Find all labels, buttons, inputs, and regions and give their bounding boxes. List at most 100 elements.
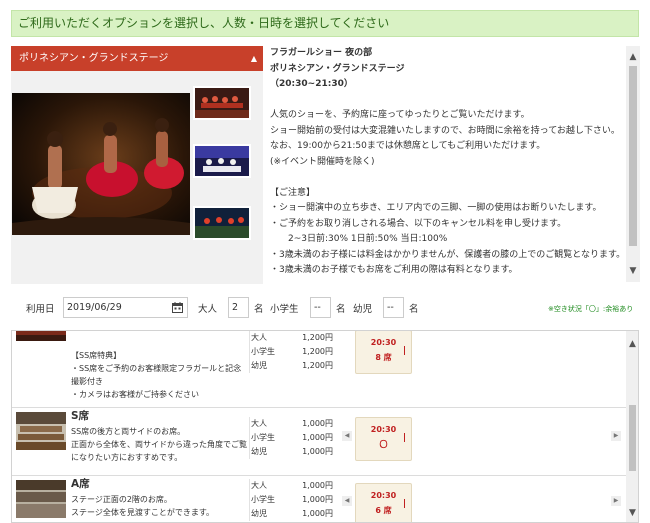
- seat-info: 【SS席特典】 ・SS席をご予約のお客様限定フラガールと記念撮影付き ・カメラは…: [71, 349, 249, 401]
- date-label: 利用日: [26, 304, 55, 315]
- price-list: 大人 1,000円 小学生 1,000円 幼児 1,000円: [249, 479, 335, 521]
- next-date-icon[interactable]: ▶: [611, 431, 621, 441]
- price-row: 幼児 1,000円: [251, 509, 333, 518]
- price-row: 幼児 1,200円: [251, 361, 333, 370]
- thumbnail-1[interactable]: [193, 86, 251, 120]
- seat-detail-line: ステージ正面の2階のお席。: [71, 495, 172, 504]
- description-line: (※イベント開催時を除く): [270, 156, 375, 167]
- photo-gallery: ポリネシアン・グランドステージ ▲: [11, 46, 263, 284]
- description-line: なお、19:00から21:50までは休憩席としてもご利用いただけます。: [270, 141, 546, 151]
- seat-info: A席 ステージ正面の2階のお席。 ステージ全体を見渡すことができます。: [71, 478, 249, 519]
- seat-photo: [16, 331, 66, 341]
- slot-availability: 8 席: [375, 353, 392, 362]
- date-input[interactable]: 2019/06/29: [63, 297, 188, 318]
- seat-info: S席 SS席の後方と両サイドのお席。 正面から全体を、両サイドから違った角度でご…: [71, 410, 249, 464]
- price-row: 大人 1,200円: [251, 333, 333, 342]
- show-description: フラガールショー 夜の部 ポリネシアン・グランドステージ （20:30~21:3…: [268, 46, 626, 282]
- price-row: 小学生 1,200円: [251, 347, 333, 356]
- price-list: 大人 1,200円 小学生 1,200円 幼児 1,200円: [249, 331, 335, 373]
- seat-name: S席: [71, 410, 90, 422]
- scroll-down-icon[interactable]: ▼: [626, 506, 638, 520]
- scroll-up-icon[interactable]: ▲: [626, 50, 640, 64]
- availability-note: ※空き状況「〇」:余裕あり: [548, 305, 634, 313]
- seat-detail-line: SS席の後方と両サイドのお席。: [71, 427, 186, 436]
- infant-select[interactable]: --: [383, 297, 404, 318]
- seat-row-ss: 【SS席特典】 ・SS席をご予約のお客様限定フラガールと記念撮影付き ・カメラは…: [12, 331, 626, 408]
- price-list: 大人 1,000円 小学生 1,000円 幼児 1,000円: [249, 417, 335, 459]
- collapse-caret-icon[interactable]: ▲: [251, 46, 257, 71]
- infant-label: 幼児: [353, 304, 373, 315]
- show-venue: ポリネシアン・グランドステージ: [270, 63, 405, 74]
- seat-photo: [16, 412, 66, 450]
- infant-unit: 名: [409, 304, 419, 315]
- time-slot-button[interactable]: 20:30 8 席: [355, 331, 412, 374]
- slot-availability: 6 席: [375, 506, 392, 515]
- show-time: （20:30~21:30）: [270, 79, 353, 89]
- scroll-down-icon[interactable]: ▼: [626, 264, 640, 278]
- price-row: 大人 1,000円: [251, 419, 333, 428]
- hula-dancers-photo: [12, 93, 190, 235]
- main-photo: [12, 93, 190, 235]
- slot-time: 20:30: [370, 425, 397, 434]
- next-date-icon[interactable]: ▶: [611, 496, 621, 506]
- time-slot-button[interactable]: 20:30 〇: [355, 417, 412, 461]
- adult-label: 大人: [198, 304, 218, 315]
- price-row: 大人 1,000円: [251, 481, 333, 490]
- seat-photo-icon: [16, 480, 66, 518]
- child-label: 小学生: [270, 304, 299, 315]
- prev-date-icon[interactable]: ◀: [342, 431, 352, 441]
- price-row: 小学生 1,000円: [251, 433, 333, 442]
- booking-form: 利用日 2019/06/29 大人 2 名 小学生 -- 名 幼児 -- 名 ※…: [0, 296, 650, 320]
- slot-divider: [404, 499, 405, 508]
- seat-name: A席: [71, 478, 90, 490]
- description-line: 2~3日前:30% 1日前:50% 当日:100%: [270, 234, 448, 244]
- description-line: ・ショー開演中の立ち歩き、エリア内での三脚、一脚の使用はお断りいたします。: [270, 203, 602, 213]
- prev-date-icon[interactable]: ◀: [342, 496, 352, 506]
- slot-availability: 〇: [379, 440, 388, 449]
- child-select[interactable]: --: [310, 297, 331, 318]
- seat-photo-icon: [16, 412, 66, 450]
- seat-list: 【SS席特典】 ・SS席をご予約のお客様限定フラガールと記念撮影付き ・カメラは…: [11, 330, 639, 523]
- date-value: 2019/06/29: [67, 302, 122, 313]
- stage-thumbnail-icon: [195, 146, 249, 176]
- seat-photo-icon: [16, 331, 66, 341]
- seat-detail-line: 正面から全体を、両サイドから違った角度でご覧になりたい方におすすめです。: [71, 440, 247, 462]
- seat-photo: [16, 480, 66, 518]
- description-line: ・3歳未満のお子様には料金はかかりませんが、保護者の膝の上でのご観覧となります。: [270, 249, 626, 260]
- stage-thumbnail-icon: [195, 88, 249, 118]
- scroll-thumb[interactable]: [629, 405, 636, 471]
- seat-row-a: A席 ステージ正面の2階のお席。 ステージ全体を見渡すことができます。 大人 1,…: [12, 476, 626, 522]
- scroll-thumb[interactable]: [629, 66, 637, 246]
- adult-unit: 名: [254, 304, 264, 315]
- price-row: 幼児 1,000円: [251, 447, 333, 456]
- description-line: ショー開始前の受付は大変混雑いたしますので、お時間に余裕を持ってお越し下さい。: [270, 125, 620, 136]
- description-line: ・ご予約をお取り消しされる場合、以下のキャンセル料を申し受けます。: [270, 218, 567, 229]
- description-scrollbar[interactable]: ▲ ▼: [626, 46, 640, 282]
- scroll-up-icon[interactable]: ▲: [626, 337, 638, 351]
- seat-detail-line: ・SS席をご予約のお客様限定フラガールと記念撮影付き: [71, 364, 242, 386]
- time-slot-button[interactable]: 20:30 6 席: [355, 483, 412, 522]
- slot-time: 20:30: [370, 338, 397, 347]
- gallery-header[interactable]: ポリネシアン・グランドステージ ▲: [11, 46, 263, 71]
- adult-value: 2: [232, 302, 239, 313]
- slot-time: 20:30: [370, 491, 397, 500]
- child-unit: 名: [336, 304, 346, 315]
- description-line: 人気のショーを、予約席に座ってゆったりとご覧いただけます。: [270, 110, 530, 120]
- child-value: --: [314, 302, 321, 313]
- thumbnail-3[interactable]: [193, 206, 251, 240]
- calendar-icon[interactable]: [172, 302, 183, 313]
- seat-detail-line: ・カメラはお客様がご持参ください: [71, 390, 199, 399]
- thumbnail-2[interactable]: [193, 144, 251, 178]
- infant-value: --: [387, 302, 394, 313]
- stage-thumbnail-icon: [195, 208, 249, 238]
- adult-select[interactable]: 2: [228, 297, 249, 318]
- seat-detail-line: 【SS席特典】: [71, 351, 122, 360]
- slot-divider: [404, 346, 405, 355]
- instruction-banner: ご利用いただくオプションを選択し、人数・日時を選択してください: [11, 10, 639, 37]
- notes-heading: 【ご注意】: [270, 187, 316, 198]
- show-title: フラガールショー 夜の部: [270, 48, 373, 58]
- instruction-text: ご利用いただくオプションを選択し、人数・日時を選択してください: [18, 16, 390, 30]
- list-scrollbar[interactable]: ▲ ▼: [626, 331, 638, 522]
- seat-detail-line: ステージ全体を見渡すことができます。: [71, 508, 215, 517]
